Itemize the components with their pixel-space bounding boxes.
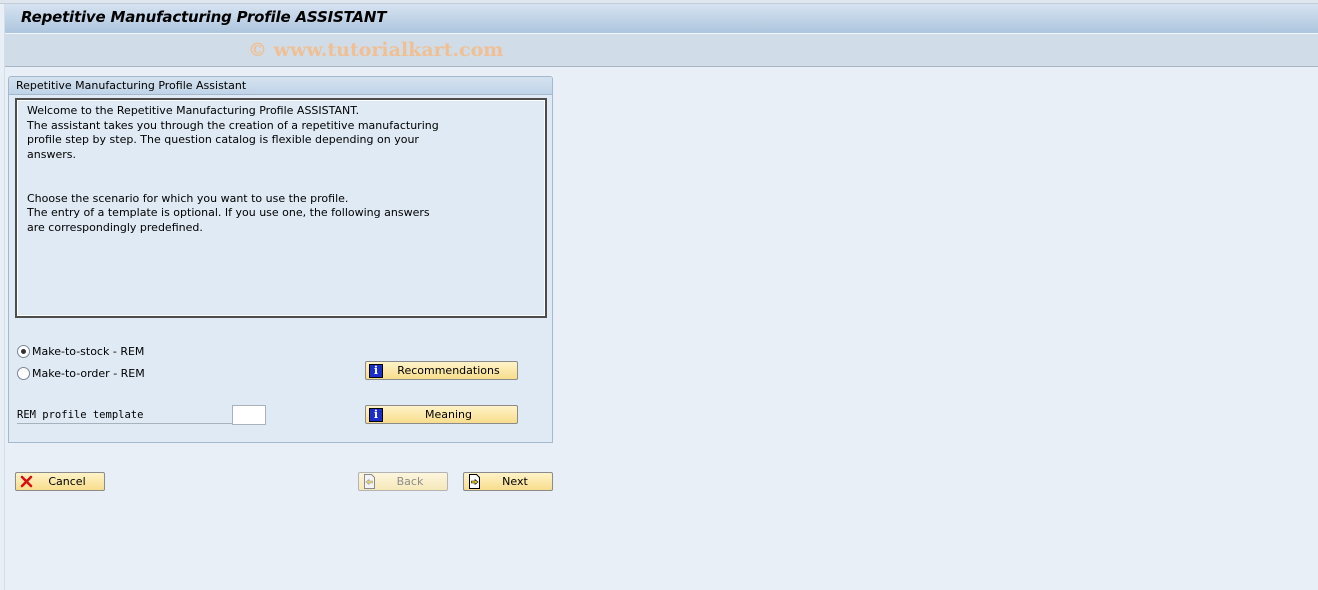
application-toolbar: © www.tutorialkart.com [5,34,1318,67]
next-label: Next [502,475,528,488]
description-text: Welcome to the Repetitive Manufacturing … [27,104,439,235]
description-textbox: Welcome to the Repetitive Manufacturing … [15,98,547,318]
title-bar: Repetitive Manufacturing Profile ASSISTA… [5,4,1318,34]
radio-button-make-to-stock[interactable] [17,344,30,358]
panel-header: Repetitive Manufacturing Profile Assista… [9,77,552,95]
next-page-icon [466,474,482,489]
next-button[interactable]: Next [463,472,553,491]
recommendations-button[interactable]: i Recommendations [365,361,518,380]
meaning-label: Meaning [425,408,472,421]
radio-button-make-to-order[interactable] [17,366,30,380]
radio-make-to-order[interactable]: Make-to-order - REM [17,366,145,380]
back-label: Back [396,475,424,488]
description-line [27,162,439,177]
description-line: answers. [27,147,76,161]
rem-profile-template-label: REM profile template [17,407,233,424]
watermark: © www.tutorialkart.com [248,39,504,61]
description-line: are correspondingly predefined. [27,220,203,234]
back-button[interactable]: Back [358,472,448,491]
description-line: Welcome to the Repetitive Manufacturing … [27,104,360,117]
cancel-label: Cancel [48,475,86,488]
description-line: The entry of a template is optional. If … [27,206,430,220]
description-line: The assistant takes you through the crea… [27,118,439,132]
assistant-panel: Repetitive Manufacturing Profile Assista… [8,76,553,443]
meaning-button[interactable]: i Meaning [365,405,518,424]
window-left-edge [0,4,5,590]
radio-label-make-to-order: Make-to-order - REM [32,366,145,380]
back-page-icon [361,474,377,489]
info-icon: i [368,363,384,378]
radio-make-to-stock[interactable]: Make-to-stock - REM [17,344,144,358]
description-line [27,177,439,192]
recommendations-label: Recommendations [397,364,500,377]
page-title: Repetitive Manufacturing Profile ASSISTA… [21,8,387,26]
radio-label-make-to-stock: Make-to-stock - REM [32,344,145,358]
info-icon: i [368,407,384,422]
cancel-button[interactable]: Cancel [15,472,105,491]
description-line: Choose the scenario for which you want t… [27,191,349,205]
description-line: profile step by step. The question catal… [27,133,419,147]
cancel-x-icon [18,474,34,489]
rem-profile-template-input[interactable] [232,405,266,425]
